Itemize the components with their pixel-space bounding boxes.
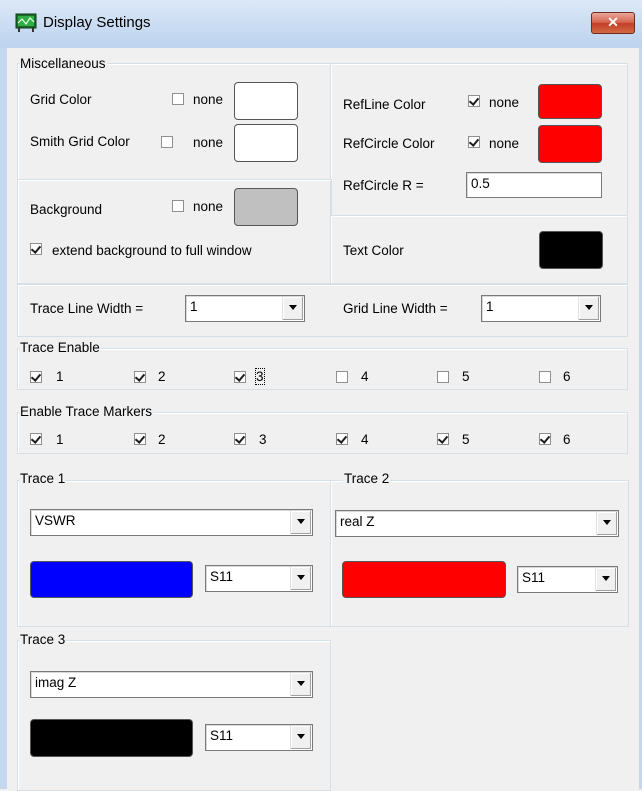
trace-enable-label-3: 3 <box>255 368 265 385</box>
trace-marker-checkbox-1[interactable] <box>30 433 42 445</box>
background-label: Background <box>30 202 103 217</box>
misc-legend: Miscellaneous <box>19 56 107 71</box>
trace-enable-group <box>17 348 628 390</box>
trace-line-width-label: Trace Line Width = <box>30 301 144 316</box>
misc-group <box>17 63 332 181</box>
trace-enable-checkbox-4[interactable] <box>336 371 348 383</box>
title-bar: Display Settings ✕ <box>0 0 642 49</box>
grid-color-swatch[interactable] <box>234 82 298 120</box>
chevron-down-icon[interactable] <box>290 673 311 696</box>
background-color-swatch[interactable] <box>234 188 298 226</box>
refline-none-checkbox[interactable] <box>468 95 480 107</box>
trace-marker-label-2: 2 <box>158 432 166 447</box>
trace2-param-select[interactable]: S11 <box>517 566 618 593</box>
background-none-label: none <box>193 199 224 214</box>
close-button[interactable]: ✕ <box>591 12 635 34</box>
window-frame-left <box>0 48 7 789</box>
chevron-down-icon[interactable] <box>290 511 311 534</box>
trace-marker-label-4: 4 <box>361 432 369 447</box>
refcircle-r-label: RefCircle R = <box>343 178 424 193</box>
trace3-legend: Trace 3 <box>19 632 67 647</box>
grid-line-width-label: Grid Line Width = <box>343 301 448 316</box>
trace-enable-label-4: 4 <box>361 369 369 384</box>
trace-enable-legend: Trace Enable <box>19 340 101 355</box>
trace-marker-checkbox-4[interactable] <box>336 433 348 445</box>
grid-line-width-select[interactable]: 1 <box>481 295 601 322</box>
trace2-type-value: real Z <box>340 514 375 529</box>
trace-enable-label-2: 2 <box>158 369 166 384</box>
trace-enable-label-1: 1 <box>56 369 64 384</box>
refline-color-swatch[interactable] <box>538 84 602 119</box>
grid-color-none-checkbox[interactable] <box>172 93 184 105</box>
text-color-swatch[interactable] <box>539 231 603 269</box>
refcircle-none-checkbox[interactable] <box>468 136 480 148</box>
trace-enable-checkbox-6[interactable] <box>539 371 551 383</box>
close-icon: ✕ <box>607 14 619 30</box>
refline-color-label: RefLine Color <box>343 97 426 112</box>
chevron-down-icon[interactable] <box>290 567 311 590</box>
chevron-down-icon[interactable] <box>595 568 616 591</box>
trace2-type-select[interactable]: real Z <box>335 510 619 537</box>
trace1-param-value: S11 <box>210 569 234 584</box>
trace-marker-label-1: 1 <box>56 432 64 447</box>
trace-enable-checkbox-3[interactable] <box>234 371 246 383</box>
refline-none-label: none <box>489 95 520 110</box>
trace-enable-checkbox-5[interactable] <box>437 371 449 383</box>
smith-grid-none-label: none <box>193 135 224 150</box>
trace2-legend: Trace 2 <box>343 471 391 486</box>
smith-grid-color-label: Smith Grid Color <box>30 134 130 149</box>
chevron-down-icon[interactable] <box>578 297 599 320</box>
smith-grid-color-swatch[interactable] <box>234 124 298 162</box>
trace2-param-value: S11 <box>522 570 546 585</box>
app-icon <box>15 13 37 32</box>
trace-marker-label-3: 3 <box>259 432 267 447</box>
refcircle-r-input[interactable]: 0.5 <box>466 172 602 198</box>
chevron-down-icon[interactable] <box>282 297 303 320</box>
trace1-legend: Trace 1 <box>19 471 67 486</box>
smith-grid-none-checkbox[interactable] <box>161 136 173 148</box>
grid-color-none-label: none <box>193 92 224 107</box>
trace1-type-select[interactable]: VSWR <box>30 509 313 536</box>
trace1-type-value: VSWR <box>35 513 76 528</box>
chevron-down-icon[interactable] <box>596 512 617 535</box>
trace-line-width-value: 1 <box>190 299 198 314</box>
trace3-type-select[interactable]: imag Z <box>30 671 313 698</box>
refcircle-color-swatch[interactable] <box>538 125 602 163</box>
trace-markers-legend: Enable Trace Markers <box>19 404 154 419</box>
trace-marker-label-5: 5 <box>462 432 470 447</box>
trace-marker-checkbox-5[interactable] <box>437 433 449 445</box>
trace-enable-label-6: 6 <box>563 369 571 384</box>
text-color-label: Text Color <box>343 243 404 258</box>
trace3-color-swatch[interactable] <box>30 719 193 757</box>
extend-background-checkbox[interactable] <box>30 243 42 255</box>
trace-marker-checkbox-2[interactable] <box>134 433 146 445</box>
trace3-group <box>17 640 331 791</box>
trace1-group <box>17 480 331 627</box>
trace2-group <box>330 480 629 627</box>
refcircle-none-label: none <box>489 136 520 151</box>
trace2-color-swatch[interactable] <box>342 561 506 598</box>
refcircle-color-label: RefCircle Color <box>343 136 435 151</box>
refcircle-r-value: 0.5 <box>471 176 490 191</box>
background-none-checkbox[interactable] <box>172 200 184 212</box>
trace-marker-label-6: 6 <box>563 432 571 447</box>
window-title: Display Settings <box>43 14 151 31</box>
extend-background-label: extend background to full window <box>52 243 252 258</box>
trace-enable-checkbox-2[interactable] <box>134 371 146 383</box>
grid-line-width-value: 1 <box>486 299 494 314</box>
trace-marker-checkbox-6[interactable] <box>539 433 551 445</box>
trace3-param-select[interactable]: S11 <box>205 724 313 751</box>
trace-marker-checkbox-3[interactable] <box>234 433 246 445</box>
trace-enable-checkbox-1[interactable] <box>30 371 42 383</box>
chevron-down-icon[interactable] <box>290 726 311 749</box>
trace1-color-swatch[interactable] <box>30 561 193 598</box>
grid-color-label: Grid Color <box>30 92 92 107</box>
trace3-type-value: imag Z <box>35 675 77 690</box>
trace3-param-value: S11 <box>210 728 234 743</box>
trace-line-width-select[interactable]: 1 <box>185 295 305 322</box>
trace1-param-select[interactable]: S11 <box>205 565 313 592</box>
trace-enable-label-5: 5 <box>462 369 470 384</box>
